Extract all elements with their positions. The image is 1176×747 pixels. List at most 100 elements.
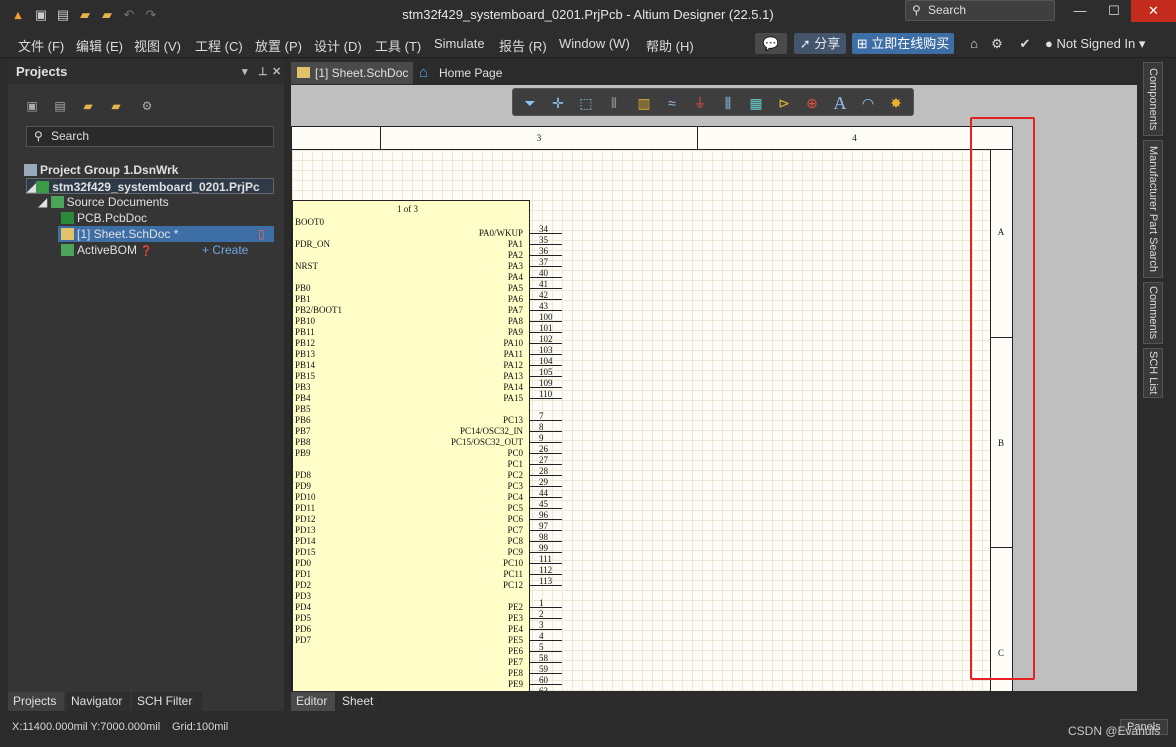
- buy-online-label: 立即在线购买: [871, 36, 950, 51]
- pin-label-left: PB9: [295, 448, 311, 458]
- account-menu[interactable]: ● Not Signed In ▾: [1045, 33, 1167, 54]
- menu-view[interactable]: 视图 (V): [134, 36, 181, 55]
- global-search-input[interactable]: ⚲ Search: [905, 0, 1055, 21]
- watermark-text: CSDN @Evanuls: [1068, 724, 1161, 738]
- home-icon[interactable]: ⌂: [965, 33, 983, 54]
- pin-number: 109: [539, 378, 553, 388]
- help-icon[interactable]: ❓: [140, 246, 152, 257]
- pin-number: 96: [539, 510, 548, 520]
- align-icon[interactable]: ⫴: [603, 93, 625, 113]
- panel-tab-manufacturer-search[interactable]: Manufacturer Part Search: [1143, 140, 1163, 278]
- pin-label-left: PD15: [295, 547, 316, 557]
- notifications-icon[interactable]: ✔: [1014, 33, 1036, 54]
- menu-reports[interactable]: 报告 (R): [499, 36, 547, 55]
- menu-help[interactable]: 帮助 (H): [646, 36, 694, 55]
- tab-navigator[interactable]: Navigator: [66, 692, 130, 711]
- save-project-icon[interactable]: ▣: [24, 98, 40, 114]
- power-port-icon[interactable]: ⏚: [689, 93, 711, 113]
- tab-editor[interactable]: Editor: [291, 692, 335, 711]
- stm32-component[interactable]: 1 of 3 BOOT0 PDR_ON NRST PB0 PB1 PB2/BOOT1 PB1…: [292, 200, 530, 691]
- menu-design[interactable]: 设计 (D): [314, 36, 362, 55]
- copy-project-icon[interactable]: ▤: [52, 98, 68, 114]
- document-tabs: [1] Sheet.SchDoc * ⌂ Home Page: [291, 60, 1137, 102]
- pcb-doc-icon: [61, 212, 74, 224]
- settings-icon[interactable]: ⚙: [988, 33, 1006, 54]
- projects-search-placeholder: Search: [51, 129, 90, 143]
- panel-tab-sch-list[interactable]: SCH List: [1143, 348, 1163, 398]
- pin-label-left: PB3: [295, 382, 311, 392]
- harness-icon[interactable]: ⫼: [717, 93, 739, 113]
- select-icon[interactable]: ⬚: [575, 93, 597, 113]
- share-button[interactable]: ➚ 分享: [794, 33, 846, 54]
- cursor-coordinates: X:11400.000mil Y:7000.000mil: [12, 721, 161, 733]
- wire-icon[interactable]: ≈: [661, 93, 683, 113]
- note-icon[interactable]: ✸: [885, 93, 907, 113]
- panel-menu-icon[interactable]: ▾: [242, 60, 248, 84]
- panel-close-icon[interactable]: ✕: [272, 60, 281, 84]
- menu-edit[interactable]: 编辑 (E): [76, 36, 123, 55]
- cart-icon: ⊞: [856, 36, 868, 51]
- pin-icon[interactable]: ⊥: [258, 60, 268, 84]
- pin-label-right: PA8: [507, 316, 523, 326]
- place-part-icon[interactable]: ▥: [633, 93, 655, 113]
- tab-projects[interactable]: Projects: [8, 692, 64, 711]
- tab-sheet[interactable]: Sheet: [337, 692, 377, 711]
- tree-sch-doc[interactable]: [1] Sheet.SchDoc * ▯: [58, 226, 274, 242]
- pin-label-left: PD12: [295, 514, 316, 524]
- search-icon: ⚲: [912, 3, 921, 17]
- pin-label-right: PA5: [507, 283, 523, 293]
- sch-doc-label: [1] Sheet.SchDoc *: [77, 227, 179, 241]
- pin-label-right: PE5: [507, 635, 523, 645]
- sheet-symbol-icon[interactable]: ▦: [745, 93, 767, 113]
- menu-window[interactable]: Window (W): [559, 36, 630, 51]
- menu-place[interactable]: 放置 (P): [255, 36, 302, 55]
- feedback-button[interactable]: 💬: [755, 33, 787, 54]
- tab-home-page[interactable]: ⌂ Home Page: [415, 62, 511, 84]
- panel-tab-components[interactable]: Components: [1143, 62, 1163, 136]
- chevron-down-icon: ▾: [1138, 36, 1146, 51]
- pcb-project-icon: [36, 181, 50, 193]
- panel-tab-comments[interactable]: Comments: [1143, 282, 1163, 344]
- pin-label-right: PC15/OSC32_OUT: [450, 437, 523, 447]
- folder-search-icon[interactable]: ▰: [80, 98, 96, 114]
- pin-number: 40: [539, 268, 548, 278]
- tree-activebom[interactable]: ActiveBOM ❓: [61, 242, 153, 258]
- pin-wire: [530, 420, 562, 421]
- menu-file[interactable]: 文件 (F): [18, 36, 64, 55]
- menu-simulate[interactable]: Simulate: [434, 36, 485, 51]
- buy-online-button[interactable]: ⊞ 立即在线购买: [852, 33, 954, 54]
- menu-bar: 文件 (F) 编辑 (E) 视图 (V) 工程 (C) 放置 (P) 设计 (D…: [0, 29, 1176, 58]
- pin-label-right: PA15: [503, 393, 523, 403]
- create-bom-link[interactable]: + Create: [202, 242, 248, 258]
- folder-settings-icon[interactable]: ▰: [108, 98, 124, 114]
- directive-icon[interactable]: ⊕: [801, 93, 823, 113]
- pin-label-right: PC3: [507, 481, 523, 491]
- pin-label-right: PA13: [503, 371, 523, 381]
- pin-label-left: PDR_ON: [295, 239, 331, 249]
- pin-number: 103: [539, 345, 553, 355]
- tree-source-documents[interactable]: ◢ Source Documents: [38, 194, 169, 210]
- tree-project-group[interactable]: Project Group 1.DsnWrk: [24, 162, 178, 178]
- tree-project[interactable]: ◢ stm32f429_systemboard_0201.PrjPc: [26, 178, 274, 194]
- pin-number: 3: [539, 620, 544, 630]
- pin-label-left: PB0: [295, 283, 311, 293]
- pin-number: 105: [539, 367, 553, 377]
- tab-sch-filter[interactable]: SCH Filter: [132, 692, 202, 711]
- pin-label-right: PA12: [503, 360, 523, 370]
- menu-tools[interactable]: 工具 (T): [375, 36, 421, 55]
- tab-sheet-schdoc[interactable]: [1] Sheet.SchDoc *: [291, 62, 413, 102]
- text-icon[interactable]: A: [829, 93, 851, 113]
- close-button[interactable]: ✕: [1131, 0, 1176, 22]
- port-icon[interactable]: ⊳: [773, 93, 795, 113]
- gear-icon[interactable]: ⚙: [139, 98, 155, 114]
- arc-icon[interactable]: ◠: [857, 93, 879, 113]
- move-icon[interactable]: ✛: [547, 93, 569, 113]
- tree-pcb-doc[interactable]: PCB.PcbDoc: [61, 210, 147, 226]
- filter-icon[interactable]: ⏷: [519, 93, 541, 113]
- projects-search-input[interactable]: ⚲ Search: [26, 126, 274, 147]
- minimize-button[interactable]: —: [1065, 0, 1095, 22]
- pin-number: 110: [539, 389, 553, 399]
- menu-project[interactable]: 工程 (C): [195, 36, 243, 55]
- maximize-button[interactable]: ☐: [1099, 0, 1129, 22]
- pin-label-left: PD11: [295, 503, 316, 513]
